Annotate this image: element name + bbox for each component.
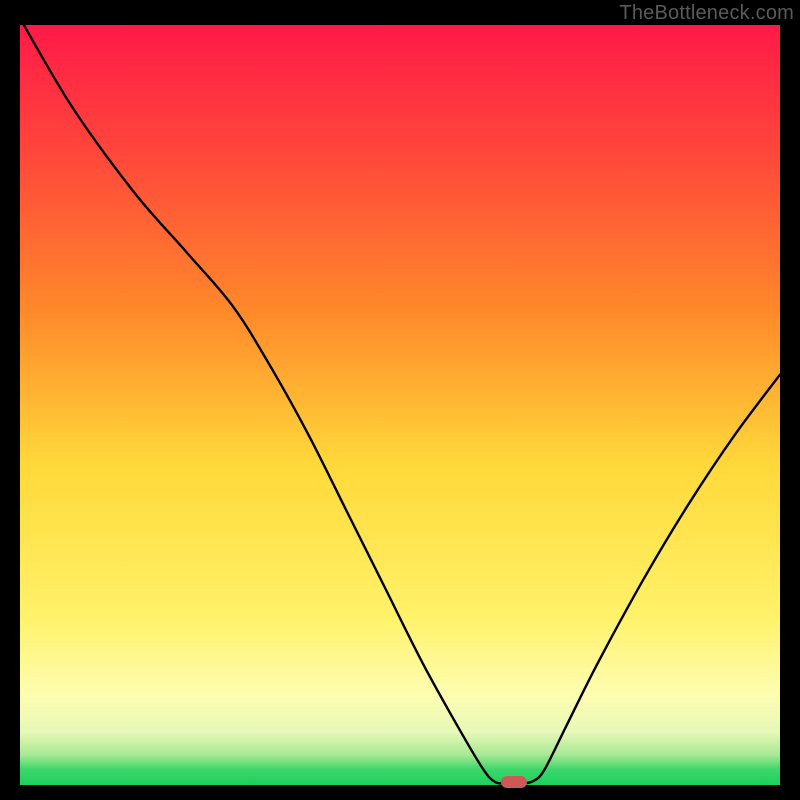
bottleneck-curve — [20, 25, 780, 785]
optimal-point-marker — [501, 776, 528, 788]
chart-frame: TheBottleneck.com — [0, 0, 800, 800]
watermark-text: TheBottleneck.com — [619, 2, 794, 25]
plot-area — [20, 25, 780, 785]
